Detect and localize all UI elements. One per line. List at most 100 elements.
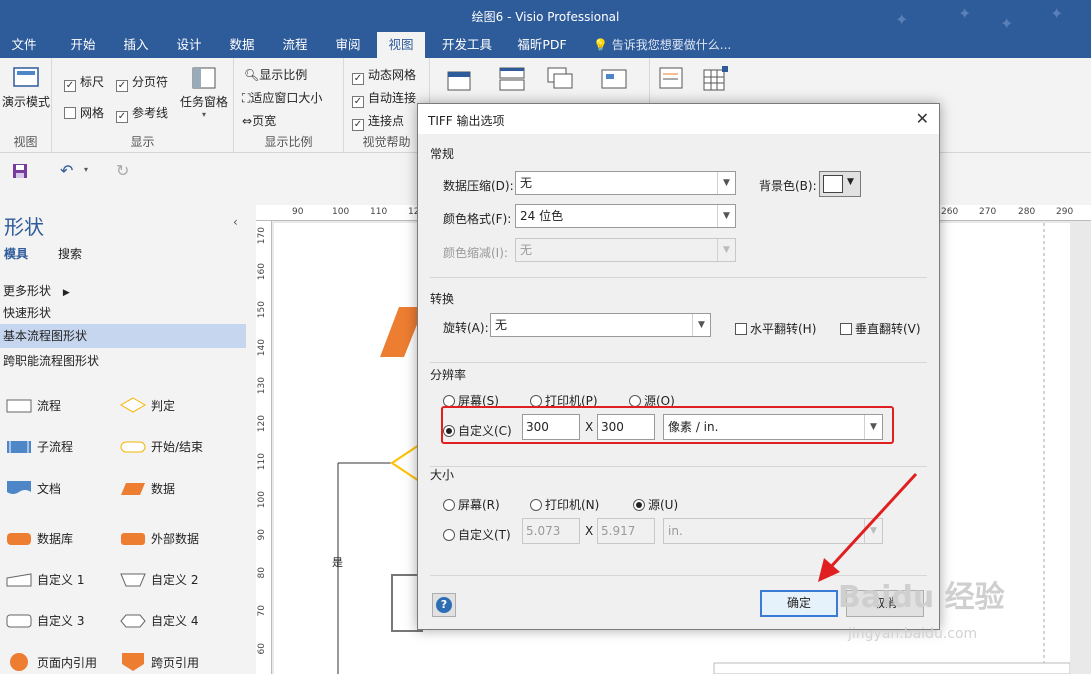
checkbox-checked-icon: ✓ — [116, 111, 128, 123]
collapse-pane-icon[interactable]: ‹ — [233, 215, 238, 229]
stencil-label: 外部数据 — [151, 532, 200, 546]
background-color-picker[interactable]: ▼ — [819, 171, 861, 197]
stencil-off-page-reference[interactable]: 跨页引用 — [120, 652, 199, 672]
task-panes-button[interactable]: 任务窗格 ▾ — [176, 66, 232, 119]
stencil-decision[interactable]: 判定 — [120, 397, 175, 414]
radio-label: 屏幕(R) — [458, 498, 500, 512]
stencil-custom-3[interactable]: 自定义 3 — [6, 612, 84, 629]
color-reduction-select[interactable]: 无 ▼ — [515, 238, 736, 262]
color-reduction-label: 颜色缩减(I): — [443, 246, 508, 260]
stencil-label: 文档 — [37, 482, 62, 496]
basic-flowchart-item[interactable]: 基本流程图形状 — [0, 324, 246, 348]
radio-label: 打印机(N) — [545, 498, 600, 512]
size-custom-radio[interactable]: 自定义(T) — [443, 526, 511, 543]
fit-window-button[interactable]: ⛶适应窗口大小 — [242, 89, 322, 106]
stencil-external-data[interactable]: 外部数据 — [120, 530, 199, 547]
redo-icon[interactable]: ↻ — [116, 161, 129, 180]
ruler-checkbox[interactable]: ✓ 标尺 — [64, 73, 104, 92]
more-shapes-item[interactable]: 更多形状 ▶ — [3, 282, 70, 299]
zoom-button[interactable]: 🔍︎显示比例 — [244, 66, 307, 83]
rotate-label: 旋转(A): — [443, 321, 489, 335]
close-icon[interactable]: ✕ — [916, 109, 929, 128]
chevron-down-icon: ▼ — [847, 177, 854, 187]
ruler-tick: 80 — [257, 567, 267, 579]
radio-icon — [443, 529, 455, 541]
stencil-data[interactable]: 数据 — [120, 480, 175, 497]
tab-file[interactable]: 文件 — [0, 32, 48, 58]
tab-process[interactable]: 流程 — [271, 32, 319, 58]
stencil-custom-1[interactable]: 自定义 1 — [6, 571, 84, 588]
dynamic-grid-checkbox[interactable]: ✓ 动态网格 — [352, 66, 416, 85]
undo-dropdown-icon[interactable]: ▾ — [84, 165, 88, 174]
compression-value: 无 — [520, 176, 533, 190]
database-shape-icon — [7, 533, 31, 545]
stencil-subprocess[interactable]: 子流程 — [6, 438, 73, 455]
title-bar: 绘图6 - Visio Professional ✦ ✦ ✦ ✦ — [0, 0, 1091, 33]
stencil-on-page-reference[interactable]: 页面内引用 — [6, 652, 97, 672]
quick-access-toolbar: ↶ ▾ ↻ — [0, 153, 270, 189]
quick-shapes-item[interactable]: 快速形状 — [3, 304, 51, 321]
tab-design[interactable]: 设计 — [165, 32, 213, 58]
new-window-icon[interactable] — [446, 66, 476, 94]
cascade-icon[interactable] — [546, 66, 576, 94]
stencil-custom-2[interactable]: 自定义 2 — [120, 571, 198, 588]
page-breaks-checkbox[interactable]: ✓ 分页符 — [116, 73, 168, 92]
magnifier-icon: 🔍︎ — [244, 68, 260, 82]
chevron-down-icon: ▼ — [717, 205, 735, 227]
size-width-input[interactable]: 5.073 — [522, 518, 580, 544]
cross-functional-item[interactable]: 跨职能流程图形状 — [3, 352, 99, 369]
stencil-label: 跨页引用 — [151, 656, 200, 670]
page-width-button[interactable]: ⇔页宽 — [242, 112, 276, 129]
stencil-process[interactable]: 流程 — [6, 397, 61, 414]
flip-vertical-label: 垂直翻转(V) — [855, 322, 921, 336]
tab-view[interactable]: 视图 — [377, 32, 425, 58]
color-format-value: 24 位色 — [520, 209, 564, 223]
undo-icon[interactable]: ↶ — [60, 161, 73, 180]
size-source-radio[interactable]: 源(U) — [633, 496, 678, 513]
stencil-custom-4[interactable]: 自定义 4 — [120, 612, 198, 629]
stencil-database[interactable]: 数据库 — [6, 530, 73, 547]
size-printer-radio[interactable]: 打印机(N) — [530, 496, 599, 513]
page-width-icon: ⇔ — [242, 114, 253, 128]
flip-vertical-checkbox[interactable]: 垂直翻转(V) — [840, 320, 921, 337]
save-icon[interactable] — [12, 163, 28, 179]
ruler-label: 标尺 — [80, 75, 105, 89]
autoconnect-checkbox[interactable]: ✓ 自动连接 — [352, 89, 416, 108]
arrange-all-icon[interactable] — [498, 66, 528, 94]
tab-developer[interactable]: 开发工具 — [432, 32, 502, 58]
checkbox-unchecked-icon — [64, 107, 76, 119]
rotate-select[interactable]: 无 ▼ — [490, 313, 711, 337]
ruler-tick: 130 — [257, 377, 267, 395]
help-button[interactable]: ? — [432, 593, 456, 617]
flip-horizontal-checkbox[interactable]: 水平翻转(H) — [735, 320, 816, 337]
add-ons-icon[interactable] — [698, 64, 732, 94]
checkbox-checked-icon: ✓ — [64, 80, 76, 92]
macros-icon[interactable] — [658, 66, 688, 94]
size-height-input[interactable]: 5.917 — [597, 518, 655, 544]
subprocess-shape-icon — [7, 441, 31, 453]
group-label-zoom: 显示比例 — [264, 135, 313, 149]
general-section-header: 常规 — [430, 147, 455, 161]
tab-stencils[interactable]: 模具 — [4, 245, 28, 262]
present-mode-button[interactable]: 演示模式 — [2, 66, 50, 110]
compression-select[interactable]: 无 ▼ — [515, 171, 736, 195]
size-section-header: 大小 — [430, 468, 455, 482]
guides-checkbox[interactable]: ✓ 参考线 — [116, 104, 168, 123]
more-shapes-label: 更多形状 — [3, 284, 52, 298]
size-screen-radio[interactable]: 屏幕(R) — [443, 496, 500, 513]
tab-review[interactable]: 审阅 — [324, 32, 372, 58]
tab-insert[interactable]: 插入 — [112, 32, 160, 58]
tell-me-box[interactable]: 💡 告诉我您想要做什么... — [593, 32, 731, 58]
stencil-document[interactable]: 文档 — [6, 480, 61, 497]
tab-home[interactable]: 开始 — [58, 32, 108, 58]
tab-foxit-pdf[interactable]: 福昕PDF — [508, 32, 576, 58]
switch-windows-icon[interactable] — [600, 66, 630, 94]
yes-label: 是 — [332, 556, 343, 569]
tab-search[interactable]: 搜索 — [58, 245, 82, 262]
stencil-start-end[interactable]: 开始/结束 — [120, 438, 203, 455]
grid-checkbox[interactable]: 网格 — [64, 104, 104, 121]
connection-points-checkbox[interactable]: ✓ 连接点 — [352, 112, 404, 131]
ok-button[interactable]: 确定 — [760, 590, 838, 617]
tab-data[interactable]: 数据 — [218, 32, 266, 58]
color-format-select[interactable]: 24 位色 ▼ — [515, 204, 736, 228]
